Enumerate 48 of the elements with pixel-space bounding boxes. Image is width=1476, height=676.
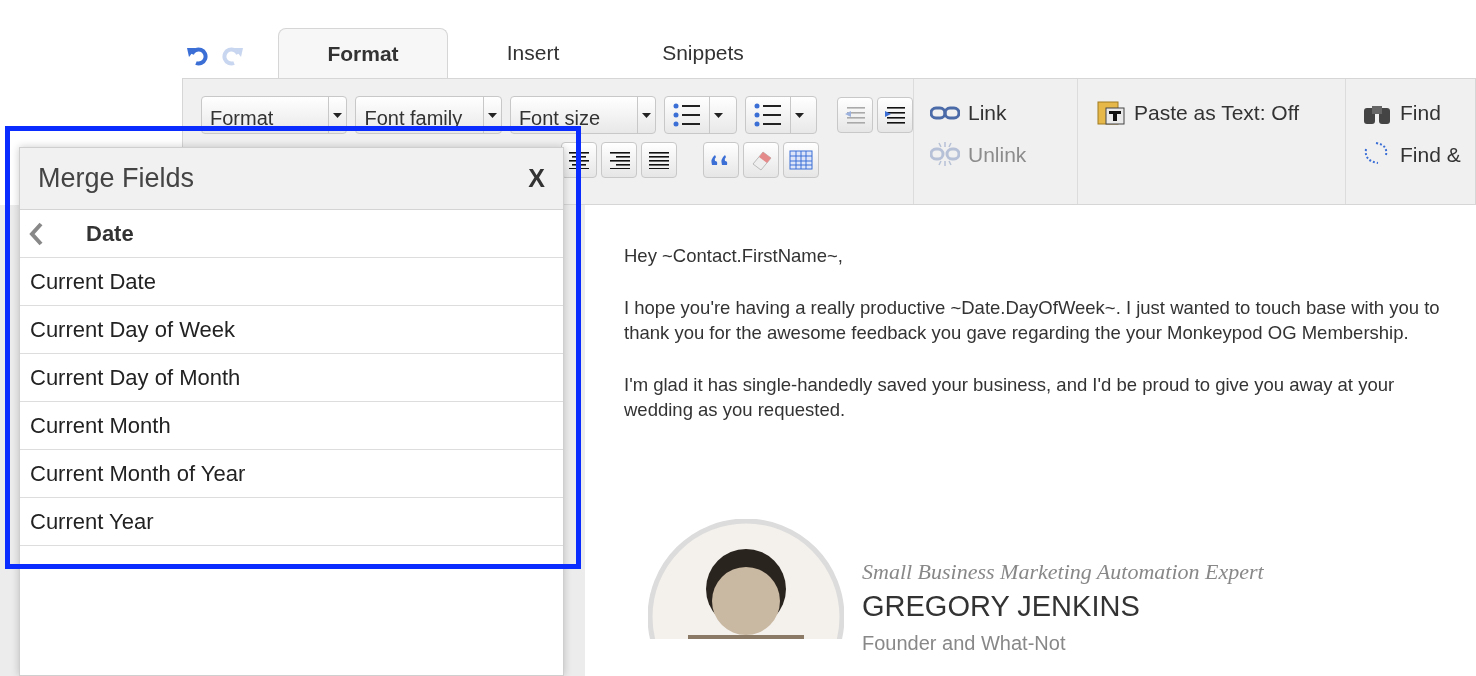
align-icon: [608, 151, 630, 169]
tab[interactable]: Insert: [448, 28, 618, 78]
tagline: Small Business Marketing Automation Expert: [862, 557, 1264, 586]
paste-as-text-button[interactable]: Paste as Text: Off: [1096, 97, 1345, 129]
chevron-left-icon: [28, 221, 44, 246]
align-icon: [568, 151, 590, 169]
caret-icon: [487, 112, 497, 118]
caret-icon: [714, 112, 724, 118]
dropdown[interactable]: Font size: [509, 96, 657, 134]
close-button[interactable]: X: [528, 159, 545, 198]
blockquote-button[interactable]: [703, 142, 739, 178]
merge-field-item[interactable]: Current Date: [20, 258, 563, 306]
broken-link-icon: [930, 142, 960, 167]
justify-button[interactable]: [641, 142, 677, 178]
numbered-list-button[interactable]: [744, 96, 817, 134]
undo-icon[interactable]: [186, 44, 210, 66]
outdent-icon: [843, 105, 867, 125]
indent-icon: [883, 105, 907, 125]
link-button[interactable]: Link: [930, 97, 1077, 129]
list-icon: [673, 103, 702, 127]
list-icon: [753, 103, 782, 127]
merge-field-item[interactable]: Current Month: [20, 402, 563, 450]
caret-icon: [642, 112, 652, 118]
clipboard-icon: [1096, 99, 1126, 126]
tab[interactable]: Snippets: [618, 28, 788, 78]
table-button[interactable]: [783, 142, 819, 178]
table-icon: [789, 150, 813, 170]
merge-field-item[interactable]: Current Month of Year: [20, 450, 563, 498]
caret-icon: [333, 112, 343, 118]
back-button[interactable]: Date: [20, 210, 563, 258]
merge-field-item[interactable]: Current Day of Month: [20, 354, 563, 402]
find-button[interactable]: Find: [1362, 97, 1475, 129]
paragraph: I'm glad it has single-handedly saved your business, and I'd be proud to give you away at your wedding as you requested.: [624, 372, 1396, 422]
merge-field-item[interactable]: Current Day of Week: [20, 306, 563, 354]
paragraph: Hey ~Contact.FirstName~,: [624, 244, 844, 268]
job-title: Founder and What-Not: [862, 630, 1067, 656]
tab[interactable]: Format: [278, 28, 448, 78]
caret-icon: [794, 112, 804, 118]
panel-title: Merge Fields: [38, 162, 196, 196]
indent-button[interactable]: [877, 97, 913, 133]
link-icon: [930, 104, 960, 121]
signature-name: GREGORY JENKINS: [862, 588, 1141, 624]
merge-field-item[interactable]: Current Year: [20, 498, 563, 546]
paragraph: I hope you're having a really productive ~Date.DayOfWeek~. I just wanted to touch base with you to thank you for the awesome feedback you gave regarding the your Monkeypod OG Membership.: [624, 295, 1441, 345]
bullet-list-button[interactable]: [664, 96, 737, 134]
find-replace-button[interactable]: Find &: [1362, 138, 1475, 170]
align-right-button[interactable]: [601, 142, 637, 178]
align-icon: [648, 151, 670, 169]
